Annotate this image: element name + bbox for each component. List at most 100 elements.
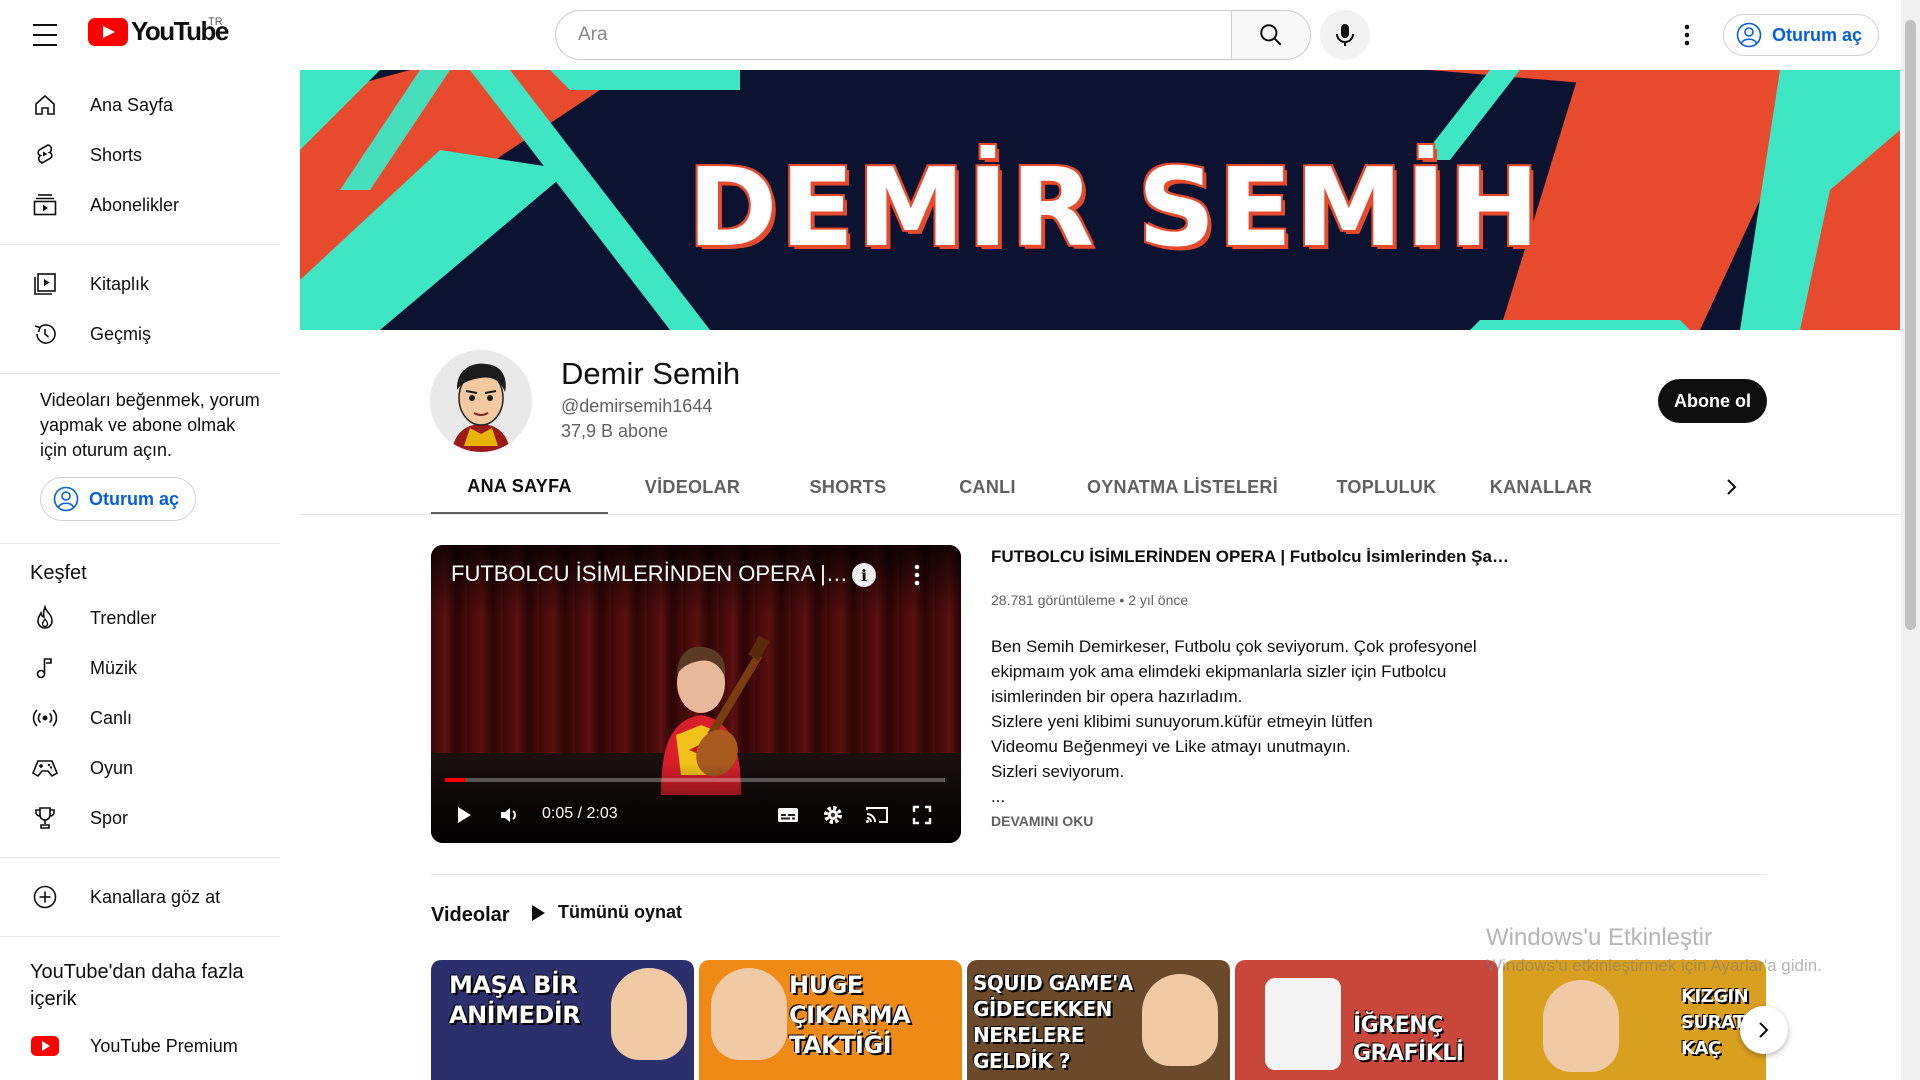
sidebar-item-sports[interactable]: Spor (0, 793, 280, 843)
account-icon (53, 486, 79, 512)
tab-home[interactable]: ANA SAYFA (431, 460, 608, 515)
voice-search-button[interactable] (1320, 10, 1370, 60)
description-line: Sizlere yeni klibimi sunuyorum.küfür etm… (991, 712, 1373, 731)
scrollbar-thumb[interactable] (1905, 20, 1916, 630)
explore-heading: Keşfet (30, 562, 87, 584)
signin-prompt: Videoları beğenmek, yorum yapmak ve abon… (40, 390, 260, 460)
video-thumbnail[interactable]: MAŞA BİR ANİMEDİR (431, 960, 694, 1080)
sidebar-item-label: Müzik (90, 657, 138, 678)
music-icon (30, 653, 60, 683)
video-thumbnail[interactable]: SQUID GAME'A GİDECEKKEN NERELERE GELDİK … (967, 960, 1230, 1080)
volume-icon[interactable] (497, 795, 523, 835)
featured-video-player[interactable]: FUTBOLCU İSİMLERİNDEN OPERA | Futbolcu İ… (431, 545, 961, 843)
cast-icon[interactable] (864, 795, 890, 835)
sidebar-item-label: Kanallara göz at (90, 886, 221, 907)
youtube-logo[interactable]: YouTube (88, 16, 229, 47)
more-vert-icon (1684, 24, 1690, 46)
sidebar-item-library[interactable]: Kitaplık (0, 259, 280, 309)
description-line: isimlerinden bir opera hazırladım. (991, 687, 1243, 706)
live-icon (30, 703, 60, 733)
subscriptions-icon (30, 190, 60, 220)
trophy-icon (30, 803, 60, 833)
description-line: ... (991, 787, 1006, 806)
library-icon (30, 269, 60, 299)
youtube-premium-icon (30, 1031, 60, 1061)
tab-channels[interactable]: KANALLAR (1464, 460, 1618, 515)
sidebar-divider (0, 936, 280, 937)
video-thumbnail[interactable]: İĞRENÇ GRAFİKLİ (1235, 960, 1498, 1080)
sidebar-item-label: Abonelikler (90, 194, 180, 215)
tabs-divider (300, 514, 1900, 515)
read-more-link[interactable]: DEVAMINI OKU (991, 813, 1093, 829)
tab-shorts[interactable]: SHORTS (777, 460, 919, 515)
tab-videos[interactable]: VİDEOLAR (608, 460, 777, 515)
thumbnail-face (711, 968, 787, 1060)
gaming-icon (30, 753, 60, 783)
sidebar-item-label: Shorts (90, 144, 143, 165)
sidebar-item-live[interactable]: Canlı (0, 693, 280, 743)
sidebar-item-history[interactable]: Geçmiş (0, 309, 280, 359)
play-icon (532, 904, 545, 921)
featured-video-title[interactable]: FUTBOLCU İSİMLERİNDEN OPERA | Futbolcu İ… (991, 547, 1511, 567)
video-thumbnail[interactable]: HUGE ÇIKARMA TAKTİĞİ (699, 960, 962, 1080)
sidebar-item-label: Ana Sayfa (90, 94, 174, 115)
featured-video-meta: 28.781 görüntüleme • 2 yıl önce (991, 592, 1189, 608)
tab-live[interactable]: CANLI (919, 460, 1056, 515)
sidebar-item-shorts[interactable]: Shorts (0, 130, 280, 180)
sidebar-signin-button[interactable]: Oturum aç (40, 477, 196, 521)
tabs-next-button[interactable] (1712, 472, 1752, 502)
settings-menu-button[interactable] (1670, 20, 1704, 50)
sidebar-divider (0, 244, 280, 245)
videos-shelf-title[interactable]: Videolar (431, 904, 510, 927)
more-from-youtube-heading: YouTube'dan daha fazla içerik (30, 961, 244, 1010)
channel-avatar[interactable] (430, 350, 532, 452)
search-bar (555, 10, 1311, 60)
settings-gear-icon[interactable] (820, 795, 846, 835)
fullscreen-icon[interactable] (909, 795, 935, 835)
menu-icon[interactable] (28, 20, 62, 50)
shelf-next-button[interactable] (1740, 1006, 1788, 1054)
sidebar-item-label: Trendler (90, 607, 157, 628)
sidebar-item-label: YouTube Premium (90, 1035, 238, 1056)
sidebar-item-youtube-premium[interactable]: YouTube Premium (0, 1021, 280, 1071)
sidebar-item-label: Canlı (90, 707, 133, 728)
play-icon[interactable] (451, 795, 477, 835)
chevron-right-icon (1759, 1022, 1769, 1038)
sidebar-item-gaming[interactable]: Oyun (0, 743, 280, 793)
add-circle-icon (30, 882, 60, 912)
sidebar-item-home[interactable]: Ana Sayfa (0, 80, 280, 130)
progress-bar[interactable] (445, 778, 945, 782)
sidebar-item-music[interactable]: Müzik (0, 643, 280, 693)
search-button[interactable] (1231, 10, 1311, 60)
play-all-button[interactable]: Tümünü oynat (530, 902, 682, 923)
microphone-icon (1336, 24, 1354, 46)
page-scrollbar[interactable] (1901, 0, 1920, 1080)
search-icon (1260, 24, 1282, 46)
thumbnail-face (611, 968, 687, 1060)
watermark-title: Windows'u Etkinleştir (1486, 924, 1712, 951)
subscribe-button[interactable]: Abone ol (1658, 379, 1767, 423)
video-time: 0:05 / 2:03 (542, 805, 618, 822)
sidebar-item-subscriptions[interactable]: Abonelikler (0, 180, 280, 230)
thumbnail-face (1543, 980, 1619, 1072)
search-input[interactable] (555, 10, 1231, 60)
video-thumbnail[interactable]: KIZGIN SURATDA KAÇ (1503, 960, 1766, 1080)
sidebar-item-label: Oyun (90, 757, 134, 778)
channel-name: Demir Semih (561, 356, 741, 391)
tab-community[interactable]: TOPLULUK (1309, 460, 1464, 515)
shorts-icon (30, 140, 60, 170)
chevron-right-icon (1727, 479, 1737, 495)
player-title[interactable]: FUTBOLCU İSİMLERİNDEN OPERA | Futbolcu İ… (451, 561, 851, 587)
signin-button[interactable]: Oturum aç (1723, 14, 1879, 56)
watermark-subtitle: Windows'u etkinleştirmek için Ayarlar'a … (1486, 956, 1822, 975)
masthead: YouTube TR Oturum aç (0, 0, 1920, 70)
info-icon[interactable]: i (852, 563, 876, 587)
sidebar-item-trending[interactable]: Trendler (0, 593, 280, 643)
thumbnail-text: İĞRENÇ GRAFİKLİ (1353, 1013, 1464, 1066)
banner-title: DEMİR SEMİH (687, 146, 1543, 271)
sidebar-item-browse-channels[interactable]: Kanallara göz at (0, 872, 280, 922)
tab-playlists[interactable]: OYNATMA LİSTELERİ (1056, 460, 1309, 515)
subtitles-icon[interactable] (775, 795, 801, 835)
thumbnail-text: HUGE ÇIKARMA TAKTİĞİ (789, 971, 911, 1059)
player-more-icon[interactable] (907, 561, 927, 589)
